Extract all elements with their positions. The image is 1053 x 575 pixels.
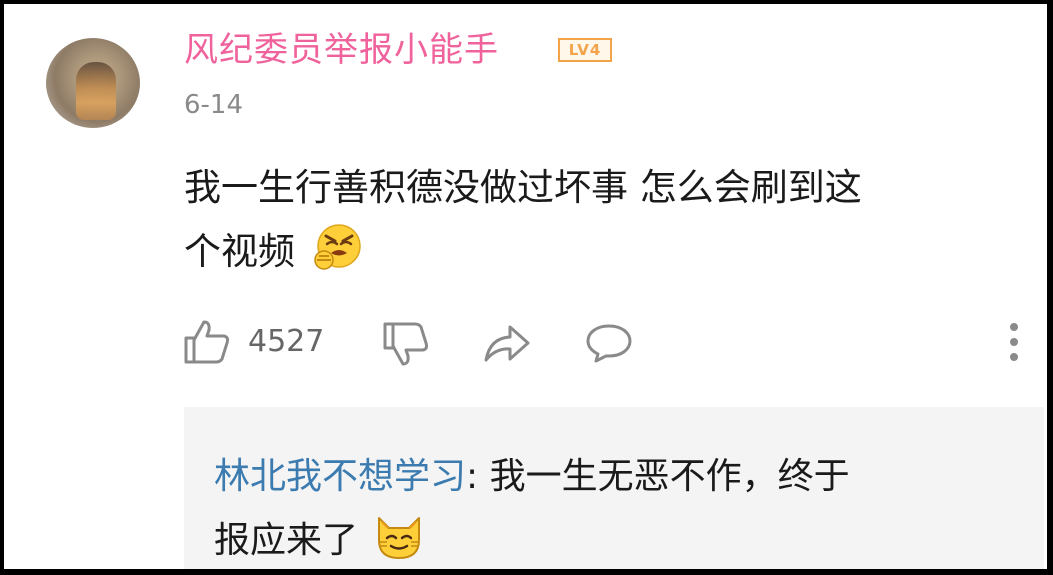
disgust-emoji-icon bbox=[314, 224, 361, 270]
avatar[interactable] bbox=[46, 38, 140, 128]
reply-separator: : bbox=[466, 456, 490, 497]
share-icon[interactable] bbox=[482, 322, 532, 364]
reply-author[interactable]: 林北我不想学习 bbox=[214, 456, 466, 497]
like-count: 4527 bbox=[248, 324, 325, 359]
reply-comment-icon[interactable] bbox=[584, 322, 634, 364]
comment-card: 风纪委员举报小能手 LV4 6-14 我一生行善积德没做过坏事 怎么会刷到这 个… bbox=[4, 4, 1047, 569]
username[interactable]: 风纪委员举报小能手 bbox=[184, 22, 499, 71]
comment-text: 我一生行善积德没做过坏事 怎么会刷到这 个视频 bbox=[184, 156, 1024, 284]
reply-text-line2: 报应来了 bbox=[214, 520, 359, 561]
reply-text-line1: 我一生无恶不作，终于 bbox=[489, 456, 850, 497]
thumbs-up-icon[interactable] bbox=[182, 318, 232, 366]
reply-box[interactable]: 林北我不想学习: 我一生无恶不作，终于 报应来了 bbox=[184, 407, 1044, 569]
reply-text: 林北我不想学习: 我一生无恶不作，终于 报应来了 bbox=[214, 445, 1034, 569]
comment-date: 6-14 bbox=[184, 90, 244, 120]
level-badge: LV4 bbox=[558, 38, 612, 62]
comment-text-line1: 我一生行善积德没做过坏事 怎么会刷到这 bbox=[184, 166, 862, 209]
comment-text-line2: 个视频 bbox=[184, 230, 295, 273]
thumbs-down-icon[interactable] bbox=[381, 320, 431, 368]
avatar-figure bbox=[76, 62, 116, 120]
smirk-cat-emoji-icon bbox=[378, 517, 421, 559]
more-options-icon[interactable] bbox=[1004, 320, 1024, 366]
